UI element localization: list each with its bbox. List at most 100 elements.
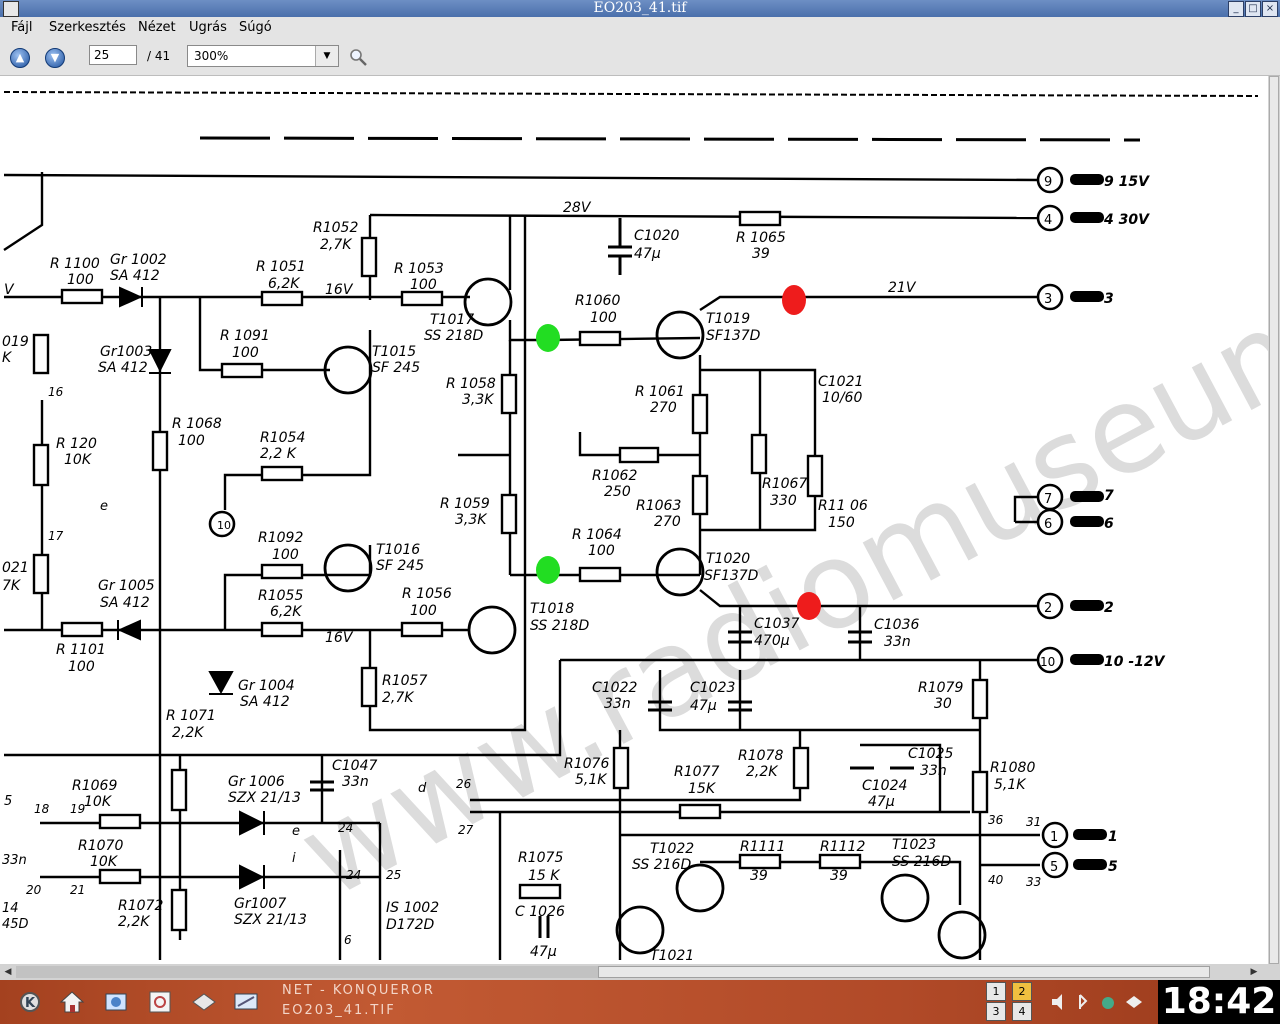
svg-text:10K: 10K [64,452,93,468]
page-number-input[interactable] [89,45,137,65]
svg-text:T1015: T1015 [372,344,416,360]
svg-text:4 30V: 4 30V [1103,212,1150,228]
svg-text:C1021: C1021 [818,374,863,390]
svg-text:100: 100 [410,277,437,293]
taskbar-task-konqueror[interactable]: NET - KONQUEROR [282,983,982,1003]
svg-text:C1047: C1047 [332,758,377,774]
horizontal-scrollbar[interactable]: ◀ ▶ [0,964,1280,980]
svg-text:47µ: 47µ [868,794,895,810]
svg-text:3,3K: 3,3K [462,392,495,408]
svg-text:33n: 33n [920,763,947,779]
svg-text:SA 412: SA 412 [100,595,150,611]
vertical-scroll-thumb[interactable] [1269,76,1279,964]
svg-text:39: 39 [830,868,848,884]
svg-text:R1111: R1111 [740,839,785,855]
document-view[interactable]: www.radiomuseum.de 28V 16V 16V 21V R 110… [0,76,1268,964]
konqueror-icon[interactable] [102,988,130,1016]
minimize-button[interactable]: _ [1228,1,1244,17]
system-tray[interactable] [1050,992,1150,1012]
svg-text:39: 39 [750,868,768,884]
svg-text:10/60: 10/60 [822,390,862,406]
svg-text:d: d [418,781,427,796]
desktop-pager-3[interactable]: 3 [986,1002,1006,1021]
svg-text:R1063: R1063 [636,498,681,514]
svg-text:R1057: R1057 [382,673,427,689]
svg-text:R1078: R1078 [738,748,783,764]
svg-text:R1067: R1067 [762,476,807,492]
svg-text:15 K: 15 K [528,868,561,884]
svg-text:33n: 33n [604,696,631,712]
menu-view[interactable]: Nézet [138,20,176,35]
svg-text:D172D: D172D [386,917,435,933]
svg-text:R 1059: R 1059 [440,496,490,512]
svg-text:R1075: R1075 [518,850,563,866]
svg-text:2: 2 [1044,601,1052,616]
window-title: EO203_41.tif [593,0,687,16]
svg-text:16V: 16V [325,630,354,646]
svg-text:C1036: C1036 [874,617,919,633]
menu-edit[interactable]: Szerkesztés [49,20,126,35]
svg-text:T1016: T1016 [376,542,420,558]
zoom-icon[interactable] [348,47,368,67]
svg-text:2,2K: 2,2K [118,914,151,930]
svg-text:019: 019 [2,334,29,350]
svg-text:T1023: T1023 [892,837,936,853]
chevron-down-icon[interactable]: ▼ [315,46,338,66]
svg-text:R1112: R1112 [820,839,865,855]
desktop-pager-2[interactable]: 2 [1012,982,1032,1001]
svg-text:SZX 21/13: SZX 21/13 [228,790,301,806]
zoom-select[interactable]: 300% ▼ [187,45,339,67]
taskbar: K NET - KONQUEROR EO203_41.TIF 1 2 3 4 [0,980,1280,1024]
svg-text:5: 5 [4,794,12,809]
svg-text:e: e [292,824,300,839]
svg-text:10: 10 [1040,655,1055,669]
desktop-pager-4[interactable]: 4 [1012,1002,1032,1021]
svg-text:Gr 1004: Gr 1004 [238,678,295,694]
svg-text:R1069: R1069 [72,778,117,794]
svg-text:21: 21 [70,883,85,897]
desktop-icon[interactable] [232,988,260,1016]
svg-text:250: 250 [604,484,631,500]
svg-text:C1022: C1022 [592,680,637,696]
svg-text:SA 412: SA 412 [110,268,160,284]
vertical-scrollbar[interactable] [1268,76,1280,964]
taskbar-task-viewer[interactable]: EO203_41.TIF [282,1003,982,1023]
svg-text:SA 412: SA 412 [240,694,290,710]
horizontal-scroll-thumb[interactable] [598,966,1210,978]
svg-text:SF137D: SF137D [706,328,761,344]
svg-text:R 1065: R 1065 [736,230,786,246]
menu-help[interactable]: Súgó [239,20,272,35]
svg-text:Gr1003: Gr1003 [100,344,152,360]
svg-text:4: 4 [1044,213,1052,228]
svg-text:SS 218D: SS 218D [530,618,589,634]
home-icon[interactable] [58,988,86,1016]
svg-text:T1019: T1019 [706,311,750,327]
menu-go[interactable]: Ugrás [189,20,227,35]
svg-text:27: 27 [458,823,474,837]
previous-page-button[interactable]: ▲ [10,48,30,68]
svg-text:2,2K: 2,2K [172,725,205,741]
svg-text:R 1101: R 1101 [56,642,106,658]
title-bar[interactable]: EO203_41.tif _ □ × [0,0,1280,17]
menu-file[interactable]: Fájl [11,20,32,35]
svg-text:IS 1002: IS 1002 [386,900,439,916]
scroll-left-arrow-icon[interactable]: ◀ [1,964,15,980]
scroll-right-arrow-icon[interactable]: ▶ [1247,964,1261,980]
maximize-button[interactable]: □ [1245,1,1261,17]
svg-text:R1070: R1070 [78,838,123,854]
clock: 18:42 [1158,980,1280,1024]
svg-text:100: 100 [588,543,615,559]
mail-icon[interactable] [190,988,218,1016]
svg-text:2,7K: 2,7K [382,690,415,706]
next-page-button[interactable]: ▼ [45,48,65,68]
svg-text:10K: 10K [90,854,119,870]
svg-text:270: 270 [654,514,681,530]
svg-text:SZX 21/13: SZX 21/13 [234,912,307,928]
help-icon[interactable] [146,988,174,1016]
desktop-pager-1[interactable]: 1 [986,982,1006,1001]
svg-text:021: 021 [2,560,29,576]
k-menu-icon[interactable]: K [16,988,44,1016]
svg-text:18: 18 [34,802,50,816]
svg-text:SS 216D: SS 216D [632,857,691,873]
close-button[interactable]: × [1262,1,1278,17]
